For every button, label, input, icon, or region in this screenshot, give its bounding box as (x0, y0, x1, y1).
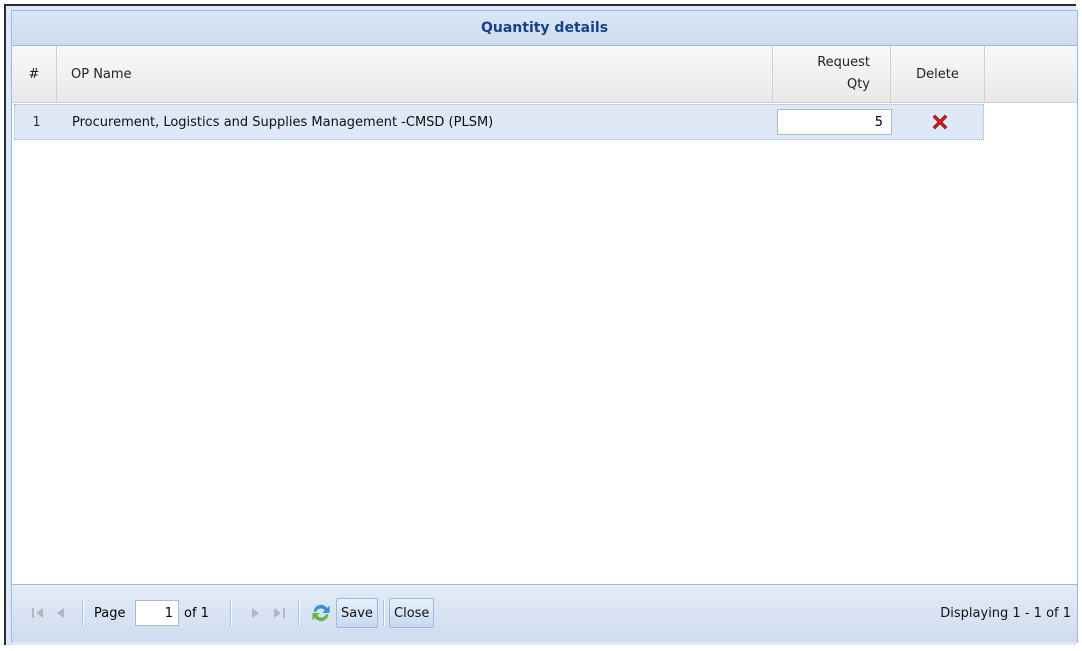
display-info: Displaying 1 - 1 of 1 (940, 585, 1071, 641)
toolbar-separator (298, 600, 300, 626)
op-name-cell: Procurement, Logistics and Supplies Mana… (72, 114, 494, 130)
page-input-wrap (135, 585, 179, 641)
delete-x-icon[interactable] (930, 112, 950, 132)
page-label-text: Page (94, 605, 126, 621)
of-pages-label: of 1 (184, 585, 209, 641)
column-header-number-label: # (28, 66, 40, 82)
grid-header: # OP Name Request Qty Delete (12, 46, 1077, 103)
page-label: Page (94, 585, 125, 641)
column-header-delete[interactable]: Delete (891, 46, 985, 102)
grid-body: 1 Procurement, Logistics and Supplies Ma… (12, 103, 1077, 584)
delete-cell (893, 105, 987, 139)
quantity-details-window: Quantity details # OP Name Request Qty D… (4, 4, 1078, 645)
next-page-button[interactable] (246, 585, 264, 641)
of-pages-text: of 1 (184, 605, 209, 621)
prev-page-button[interactable] (52, 585, 70, 641)
window-body: Quantity details # OP Name Request Qty D… (11, 10, 1078, 644)
window-title: Quantity details (12, 11, 1077, 46)
column-header-number[interactable]: # (12, 46, 57, 102)
paging-toolbar: Page of 1 (12, 584, 1077, 642)
last-page-icon (274, 608, 285, 618)
next-page-icon (252, 608, 259, 618)
close-button[interactable]: Close (389, 598, 435, 628)
save-button-wrap: Save (336, 585, 378, 641)
toolbar-separator (82, 600, 84, 626)
page-number-input[interactable] (135, 600, 179, 626)
column-header-delete-label: Delete (916, 66, 959, 82)
column-header-request-qty[interactable]: Request Qty (773, 46, 891, 102)
request-qty-line1: Request (817, 55, 870, 70)
last-page-button[interactable] (270, 585, 288, 641)
display-info-text: Displaying 1 - 1 of 1 (940, 605, 1071, 621)
column-header-op-name-label: OP Name (71, 66, 132, 82)
toolbar-separator (230, 600, 232, 626)
table-row[interactable]: 1 Procurement, Logistics and Supplies Ma… (14, 104, 984, 140)
refresh-icon (312, 604, 330, 622)
request-qty-input[interactable] (777, 109, 892, 135)
column-header-request-qty-label: Request Qty (817, 52, 870, 96)
row-number: 1 (32, 114, 41, 130)
refresh-button[interactable] (310, 585, 332, 641)
first-page-button[interactable] (29, 585, 47, 641)
first-page-icon (32, 608, 43, 618)
request-qty-cell (777, 105, 894, 139)
close-button-wrap: Close (389, 585, 435, 641)
prev-page-icon (57, 608, 64, 618)
column-header-op-name[interactable]: OP Name (57, 46, 773, 102)
toolbar-separator (383, 600, 385, 626)
save-button[interactable]: Save (336, 598, 378, 628)
column-header-filler (985, 46, 1077, 102)
request-qty-line2: Qty (846, 77, 870, 92)
window-bottom-border (12, 642, 1077, 644)
